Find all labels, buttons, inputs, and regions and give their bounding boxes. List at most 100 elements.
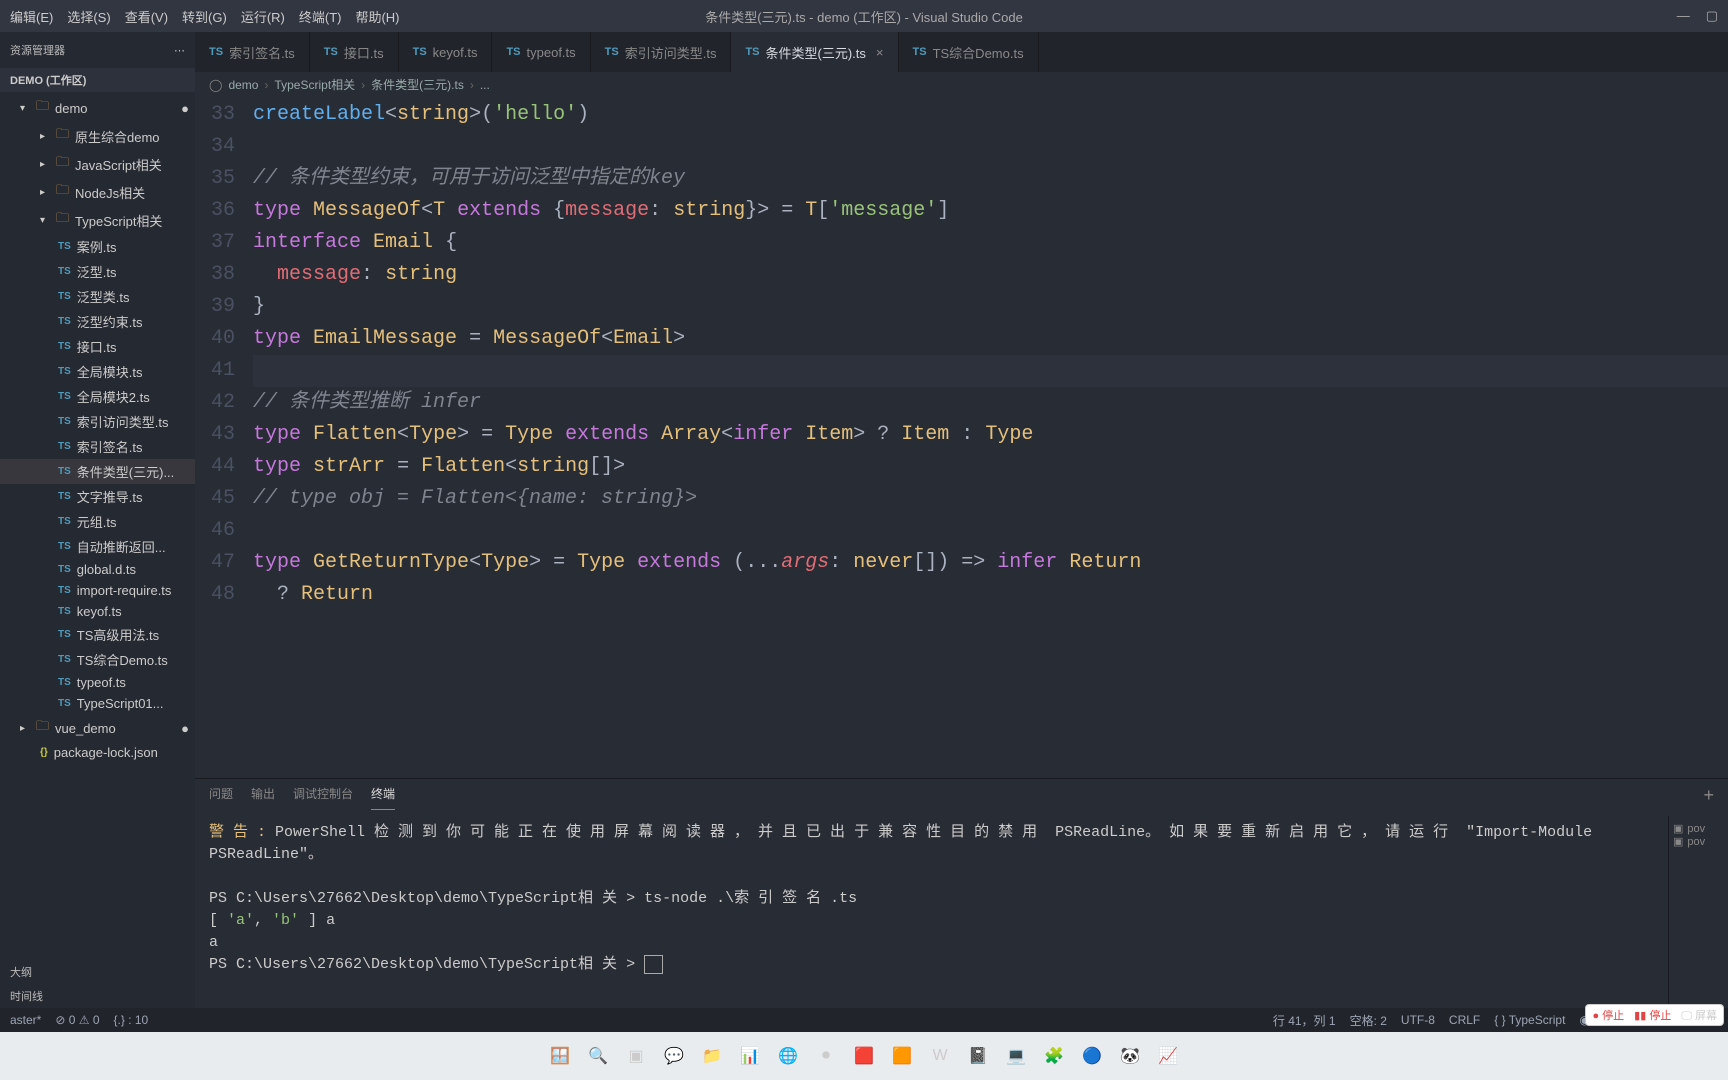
editor-tab[interactable]: TSkeyof.ts [399,32,493,72]
terminal[interactable]: 警 告 : PowerShell 检 测 到 你 可 能 正 在 使 用 屏 幕… [195,816,1668,1008]
status-item[interactable]: 空格: 2 [1350,1012,1387,1029]
status-item[interactable]: ⊘ 0 ⚠ 0 [55,1013,99,1027]
file-item[interactable]: TS 元组.ts [0,509,195,534]
window-maximize[interactable]: ▢ [1706,8,1718,24]
taskbar-app[interactable]: 🟥 [849,1041,879,1071]
taskbar-app[interactable]: 🐼 [1115,1041,1145,1071]
file-item[interactable]: {} package-lock.json [0,742,195,763]
outline-section[interactable]: 大纲 [0,960,195,984]
status-item[interactable]: {.} : 10 [114,1013,149,1027]
folder-item[interactable]: ▸🗀 原生综合demo [0,122,195,150]
panel-tab[interactable]: 输出 [251,785,275,810]
taskbar-app[interactable]: 🔍 [583,1041,613,1071]
taskbar-app[interactable]: 📁 [697,1041,727,1071]
more-icon[interactable]: ⋯ [174,44,185,57]
file-item[interactable]: TS keyof.ts [0,601,195,622]
file-item[interactable]: TS 全局模块2.ts [0,384,195,409]
folder-item[interactable]: ▾🗀 demo● [0,94,195,122]
panel-tab[interactable]: 终端 [371,785,395,810]
breadcrumb-segment[interactable]: TypeScript相关 [274,76,355,93]
taskbar-app[interactable]: 📊 [735,1041,765,1071]
breadcrumb-segment[interactable]: demo [228,78,258,92]
file-item[interactable]: TS 案例.ts [0,234,195,259]
bottom-panel: 问题输出调试控制台终端 + 警 告 : PowerShell 检 测 到 你 可 … [195,778,1728,1008]
menu-item[interactable]: 查看(V) [125,7,168,26]
editor-tab[interactable]: TS索引签名.ts [195,32,310,72]
panel-tabs: 问题输出调试控制台终端 + [195,779,1728,816]
taskbar-app[interactable]: 💬 [659,1041,689,1071]
taskbar-app[interactable]: 💻 [1001,1041,1031,1071]
sidebar: 资源管理器 ⋯ DEMO (工作区) ▾🗀 demo●▸🗀 原生综合demo▸🗀… [0,32,195,1008]
taskbar-app[interactable]: 📓 [963,1041,993,1071]
file-item[interactable]: TS 索引签名.ts [0,434,195,459]
folder-item[interactable]: ▸🗀 vue_demo● [0,714,195,742]
editor-area: TS索引签名.tsTS接口.tsTSkeyof.tsTStypeof.tsTS索… [195,32,1728,1008]
folder-item[interactable]: ▾🗀 TypeScript相关 [0,206,195,234]
file-item[interactable]: TS 文字推导.ts [0,484,195,509]
file-item[interactable]: TS 条件类型(三元)... [0,459,195,484]
breadcrumb[interactable]: ◯demo›TypeScript相关›条件类型(三元).ts›... [195,72,1728,97]
taskbar-app[interactable]: 🧩 [1039,1041,1069,1071]
taskbar-app[interactable]: 🟧 [887,1041,917,1071]
status-item[interactable]: 行 41，列 1 [1273,1012,1336,1029]
file-item[interactable]: TS global.d.ts [0,559,195,580]
file-item[interactable]: TS TypeScript01... [0,693,195,714]
close-icon[interactable]: × [876,45,884,60]
file-item[interactable]: TS 泛型约束.ts [0,309,195,334]
file-item[interactable]: TS typeof.ts [0,672,195,693]
taskbar-app[interactable]: 📈 [1153,1041,1183,1071]
menu-item[interactable]: 转到(G) [182,7,227,26]
panel-tab[interactable]: 问题 [209,785,233,810]
menu-item[interactable]: 终端(T) [299,7,342,26]
timeline-section[interactable]: 时间线 [0,984,195,1008]
file-item[interactable]: TS 接口.ts [0,334,195,359]
taskbar-app[interactable]: ⏺ [811,1041,841,1071]
editor-tabs: TS索引签名.tsTS接口.tsTSkeyof.tsTStypeof.tsTS索… [195,32,1728,72]
terminal-instance[interactable]: ▣ pov [1673,822,1724,835]
workspace-root-label[interactable]: DEMO (工作区) [0,68,195,92]
code-editor[interactable]: 33343536373839404142434445464748 createL… [195,97,1728,778]
recording-control-overlay[interactable]: ● 停止▮▮ 停止🖵 屏幕 [1585,1004,1724,1026]
status-item[interactable]: { } TypeScript [1494,1013,1565,1027]
window-minimize[interactable]: — [1677,8,1690,24]
windows-taskbar[interactable]: 🪟 🔍 ▣ 💬 📁 📊 🌐 ⏺ 🟥 🟧 W 📓 💻 🧩 🔵 🐼 📈 [0,1032,1728,1080]
menu-item[interactable]: 帮助(H) [355,7,399,26]
editor-tab[interactable]: TS索引访问类型.ts [591,32,732,72]
taskbar-app[interactable]: W [925,1041,955,1071]
file-tree: ▾🗀 demo●▸🗀 原生综合demo▸🗀 JavaScript相关▸🗀 Nod… [0,92,195,960]
status-item[interactable]: CRLF [1449,1013,1480,1027]
sidebar-title: 资源管理器 [10,42,65,58]
menu-item[interactable]: 选择(S) [67,7,110,26]
status-item[interactable]: UTF-8 [1401,1013,1435,1027]
file-item[interactable]: TS TS综合Demo.ts [0,647,195,672]
new-terminal-icon[interactable]: + [1703,785,1714,810]
taskbar-app[interactable]: 🌐 [773,1041,803,1071]
terminal-instance[interactable]: ▣ pov [1673,835,1724,848]
line-gutter: 33343536373839404142434445464748 [195,97,253,778]
file-item[interactable]: TS 泛型.ts [0,259,195,284]
file-item[interactable]: TS TS高级用法.ts [0,622,195,647]
menu-item[interactable]: 运行(R) [241,7,285,26]
status-item[interactable]: aster* [10,1013,41,1027]
taskbar-app[interactable]: 🔵 [1077,1041,1107,1071]
window-title: 条件类型(三元).ts - demo (工作区) - Visual Studio… [705,7,1023,26]
editor-tab[interactable]: TStypeof.ts [492,32,590,72]
folder-item[interactable]: ▸🗀 JavaScript相关 [0,150,195,178]
file-item[interactable]: TS 全局模块.ts [0,359,195,384]
editor-tab[interactable]: TSTS综合Demo.ts [899,32,1039,72]
file-item[interactable]: TS 泛型类.ts [0,284,195,309]
menu-item[interactable]: 编辑(E) [10,7,53,26]
breadcrumb-segment[interactable]: ... [480,78,490,92]
terminal-sidebar[interactable]: ▣ pov▣ pov [1668,816,1728,1008]
editor-tab[interactable]: TS接口.ts [310,32,399,72]
editor-tab[interactable]: TS条件类型(三元).ts× [731,32,898,72]
file-item[interactable]: TS 自动推断返回... [0,534,195,559]
panel-tab[interactable]: 调试控制台 [293,785,353,810]
folder-item[interactable]: ▸🗀 NodeJs相关 [0,178,195,206]
taskbar-app[interactable]: 🪟 [545,1041,575,1071]
breadcrumb-segment[interactable]: 条件类型(三元).ts [371,76,464,93]
taskbar-app[interactable]: ▣ [621,1041,651,1071]
file-item[interactable]: TS 索引访问类型.ts [0,409,195,434]
code-lines[interactable]: createLabel<string>('hello') // 条件类型约束，可… [253,97,1728,778]
file-item[interactable]: TS import-require.ts [0,580,195,601]
